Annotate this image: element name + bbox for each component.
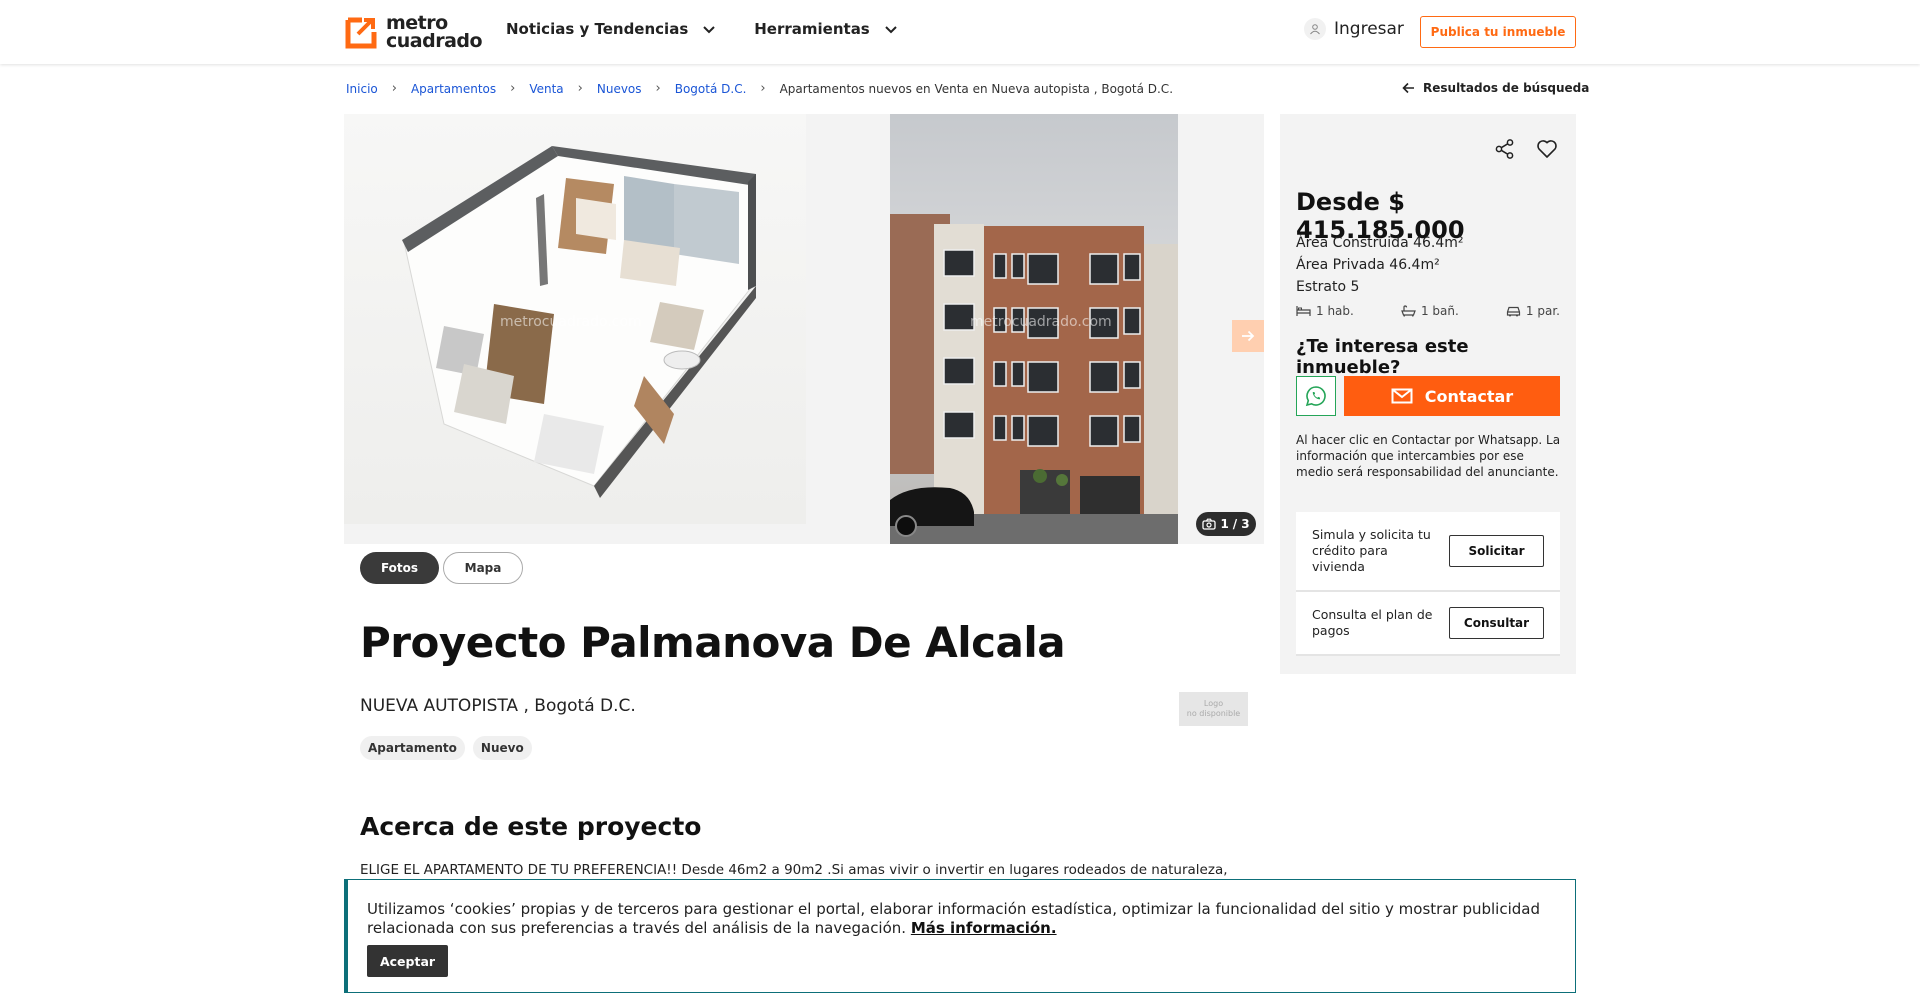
arrow-right-icon (1242, 330, 1255, 342)
tag-nuevo: Nuevo (472, 736, 532, 760)
finance-options: Simula y solicita tu crédito para vivien… (1296, 512, 1560, 656)
gallery-view-toggle: Fotos Mapa (360, 552, 523, 584)
login-link[interactable]: Ingresar (1304, 18, 1404, 40)
area-private: Área Privada 46.4m² (1296, 257, 1440, 273)
credit-text: Simula y solicita tu crédito para vivien… (1312, 527, 1431, 574)
credit-row: Simula y solicita tu crédito para vivien… (1296, 512, 1560, 592)
logo-text: metro cuadrado (386, 12, 483, 52)
chevron-down-icon (885, 26, 897, 34)
watermark-text: metrocuadrado.com (970, 314, 1112, 330)
property-features: 1 hab. 1 bañ. 1 par. (1296, 304, 1560, 318)
counter-total: 3 (1241, 517, 1250, 531)
tab-fotos[interactable]: Fotos (360, 552, 439, 584)
user-icon (1304, 18, 1326, 40)
feature-bedrooms: 1 hab. (1296, 304, 1354, 318)
bed-icon (1296, 306, 1311, 316)
payment-plan-row: Consulta el plan de pagos Consultar (1296, 592, 1560, 656)
publish-property-button[interactable]: Publica tu inmueble (1420, 16, 1576, 48)
logo-mark-icon (344, 14, 380, 50)
breadcrumb: Inicio › Apartamentos › Venta › Nuevos ›… (346, 81, 1173, 96)
breadcrumb-separator: › (510, 81, 516, 96)
contact-disclaimer: Al hacer clic en Contactar por Whatsapp.… (1296, 433, 1561, 479)
contact-label: Contactar (1424, 386, 1514, 406)
nav-herramientas-label: Herramientas (754, 20, 870, 38)
main-nav: Noticias y Tendencias Herramientas (506, 20, 898, 38)
tab-mapa[interactable]: Mapa (443, 552, 523, 584)
counter-separator: / (1232, 517, 1238, 531)
breadcrumb-inicio[interactable]: Inicio (346, 82, 378, 96)
whatsapp-button[interactable] (1296, 376, 1336, 416)
breadcrumb-separator: › (760, 81, 766, 96)
photo-counter: 1/3 (1196, 512, 1256, 536)
property-tags: Apartamento Nuevo (360, 736, 532, 760)
area-built: Área Construida 46.4m² (1296, 235, 1464, 251)
about-title: Acerca de este proyecto (360, 812, 702, 841)
tag-apartamento: Apartamento (360, 736, 465, 760)
counter-current: 1 (1220, 517, 1229, 531)
interest-title: ¿Te interesa este inmueble? (1296, 336, 1469, 378)
login-label: Ingresar (1334, 19, 1404, 39)
breadcrumb-separator: › (391, 81, 397, 96)
project-title: Proyecto Palmanova De Alcala (360, 618, 1066, 667)
more-info-link[interactable]: Más información. (911, 919, 1057, 937)
breadcrumb-venta[interactable]: Venta (529, 82, 563, 96)
breadcrumb-current: Apartamentos nuevos en Venta en Nueva au… (779, 81, 1174, 96)
watermark-text: metrocuadrado.com (500, 314, 642, 330)
feature-bathrooms: 1 bañ. (1401, 304, 1459, 318)
payment-plan-text: Consulta el plan de pagos (1312, 607, 1433, 638)
camera-icon (1202, 518, 1217, 530)
breadcrumb-apartamentos[interactable]: Apartamentos (411, 82, 496, 96)
price-sidebar: Desde $ 415.185.000 Área Construida 46.4… (1280, 114, 1576, 674)
breadcrumb-separator: › (655, 81, 661, 96)
site-header: metro cuadrado Noticias y Tendencias Her… (0, 0, 1920, 64)
feature-parking: 1 par. (1506, 304, 1560, 318)
heart-icon[interactable] (1536, 138, 1558, 160)
cookie-banner: Utilizamos ‘cookies’ propias y de tercer… (344, 879, 1576, 993)
contact-button[interactable]: Contactar (1344, 376, 1560, 416)
chevron-down-icon (703, 26, 715, 34)
nav-noticias[interactable]: Noticias y Tendencias (506, 20, 716, 38)
site-logo[interactable]: metro cuadrado (344, 12, 483, 52)
breadcrumb-bogota[interactable]: Bogotá D.C. (675, 82, 747, 96)
breadcrumb-nuevos[interactable]: Nuevos (597, 82, 642, 96)
about-text: ELIGE EL APARTAMENTO DE TU PREFERENCIA!!… (360, 862, 1228, 878)
consult-plan-button[interactable]: Consultar (1449, 607, 1544, 639)
property-specs: Área Construida 46.4m² Área Privada 46.4… (1296, 232, 1464, 298)
floorplan-image[interactable]: metrocuadrado.com (344, 114, 806, 524)
nav-noticias-label: Noticias y Tendencias (506, 20, 689, 38)
back-to-results-link[interactable]: Resultados de búsqueda (1402, 81, 1589, 95)
photo-gallery[interactable]: metrocuadrado.com metrocuadrado.com 1 / … (344, 114, 1264, 544)
sidebar-actions (1494, 138, 1558, 160)
estrato: Estrato 5 (1296, 279, 1360, 295)
back-label: Resultados de búsqueda (1423, 81, 1590, 95)
request-credit-button[interactable]: Solicitar (1449, 535, 1544, 567)
breadcrumb-separator: › (577, 81, 583, 96)
car-icon (1506, 306, 1521, 317)
gallery-next-button[interactable] (1232, 320, 1264, 352)
share-icon[interactable] (1494, 138, 1516, 160)
developer-logo-placeholder: Logo no disponible (1179, 692, 1248, 726)
project-location: NUEVA AUTOPISTA , Bogotá D.C. (360, 696, 636, 716)
whatsapp-icon (1305, 386, 1326, 407)
nav-herramientas[interactable]: Herramientas (754, 20, 898, 38)
accept-cookies-button[interactable]: Aceptar (367, 945, 448, 977)
mail-icon (1391, 388, 1413, 404)
arrow-left-icon (1402, 82, 1414, 94)
bathtub-icon (1401, 305, 1416, 317)
building-image[interactable]: metrocuadrado.com (890, 114, 1178, 544)
cookie-text: Utilizamos ‘cookies’ propias y de tercer… (367, 900, 1540, 937)
